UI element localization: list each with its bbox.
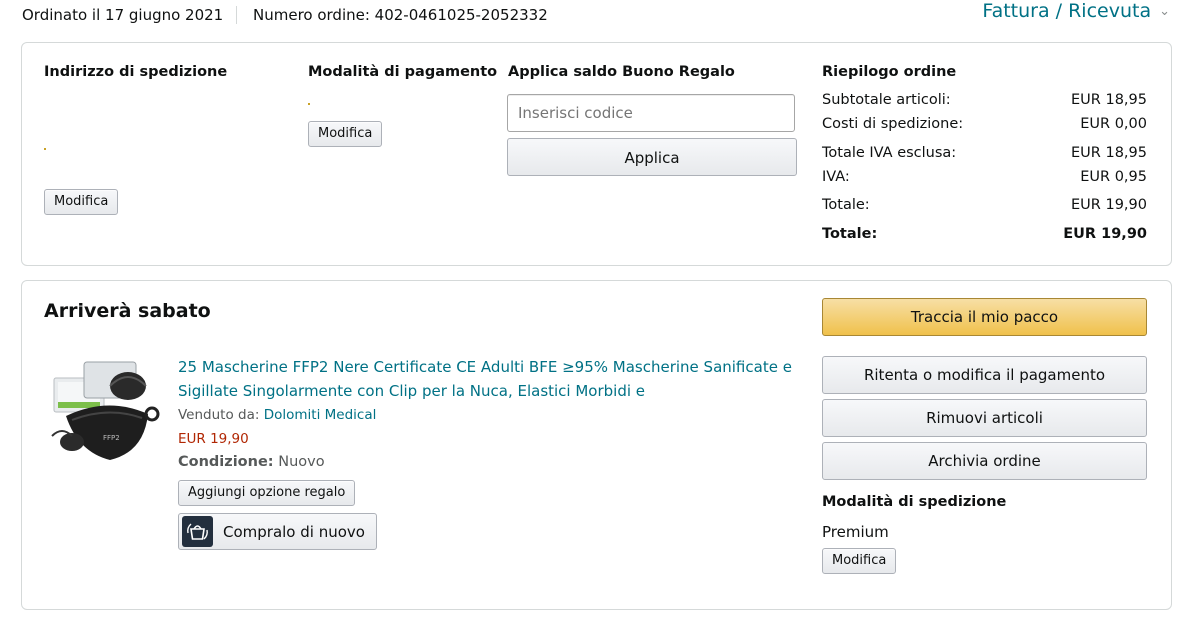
- gift-card-title: Applica saldo Buono Regalo: [508, 64, 735, 80]
- product-title-line-2[interactable]: Sigillate Singolarmente con Clip per la …: [178, 382, 645, 400]
- summary-value: EUR 18,95: [1071, 92, 1147, 108]
- grand-total-value: EUR 19,90: [1063, 226, 1147, 242]
- shipping-method-title: Modalità di spedizione: [822, 494, 1007, 510]
- summary-value: EUR 0,00: [1080, 116, 1147, 132]
- shipping-address-modify-button[interactable]: Modifica: [44, 189, 119, 215]
- archive-order-button[interactable]: Archivia ordine: [822, 442, 1147, 480]
- shipping-address-title: Indirizzo di spedizione: [44, 64, 228, 80]
- remove-items-button[interactable]: Rimuovi articoli: [822, 399, 1147, 437]
- order-number: Numero ordine: 402-0461025-2052332: [253, 6, 548, 24]
- sold-by-label: Venduto da:: [178, 407, 260, 423]
- track-package-button[interactable]: Traccia il mio pacco: [822, 298, 1147, 336]
- add-gift-option-button[interactable]: Aggiungi opzione regalo: [178, 480, 356, 506]
- order-date: Ordinato il 17 giugno 2021: [22, 6, 224, 24]
- summary-label: IVA:: [822, 169, 850, 185]
- product-title-line-1[interactable]: 25 Mascherine FFP2 Nere Certificate CE A…: [178, 358, 792, 376]
- delivery-status-title: Arriverà sabato: [44, 300, 211, 322]
- shipping-method-modify-button[interactable]: Modifica: [822, 548, 897, 574]
- payment-redacted-mark: [308, 103, 310, 105]
- summary-label: Costi di spedizione:: [822, 116, 964, 132]
- payment-method-title: Modalità di pagamento: [308, 64, 498, 80]
- payment-modify-button[interactable]: Modifica: [308, 121, 383, 147]
- header-divider: [236, 6, 237, 24]
- svg-text:FFP2: FFP2: [103, 434, 120, 442]
- summary-label: Totale:: [822, 197, 870, 213]
- buy-again-icon: [182, 516, 213, 547]
- grand-total-label: Totale:: [822, 226, 878, 242]
- summary-value: EUR 18,95: [1071, 145, 1147, 161]
- product-condition: Condizione: Nuovo: [178, 454, 325, 470]
- address-redacted-mark: [44, 148, 46, 150]
- gift-code-input[interactable]: [507, 94, 795, 132]
- buy-again-label: Compralo di nuovo: [223, 522, 365, 541]
- retry-payment-button[interactable]: Ritenta o modifica il pagamento: [822, 356, 1147, 394]
- condition-value: Nuovo: [278, 454, 325, 470]
- condition-label: Condizione:: [178, 454, 274, 470]
- order-summary-title: Riepilogo ordine: [822, 64, 957, 80]
- invoice-dropdown[interactable]: Fattura / Ricevuta ⌄: [982, 0, 1170, 22]
- product-price: EUR 19,90: [178, 431, 249, 447]
- shipping-method-value: Premium: [822, 523, 889, 541]
- product-image[interactable]: FFP2: [48, 356, 164, 462]
- mask-product-image: FFP2: [51, 361, 160, 460]
- gift-apply-button[interactable]: Applica: [507, 138, 797, 176]
- summary-value: EUR 19,90: [1071, 197, 1147, 213]
- chevron-down-icon: ⌄: [1159, 3, 1170, 19]
- sold-by: Venduto da: Dolomiti Medical: [178, 407, 376, 423]
- seller-link[interactable]: Dolomiti Medical: [264, 407, 377, 423]
- summary-label: Subtotale articoli:: [822, 92, 951, 108]
- invoice-link[interactable]: Fattura / Ricevuta: [982, 0, 1151, 22]
- summary-value: EUR 0,95: [1080, 169, 1147, 185]
- buy-again-button[interactable]: Compralo di nuovo: [178, 513, 377, 550]
- summary-label: Totale IVA esclusa:: [822, 145, 957, 161]
